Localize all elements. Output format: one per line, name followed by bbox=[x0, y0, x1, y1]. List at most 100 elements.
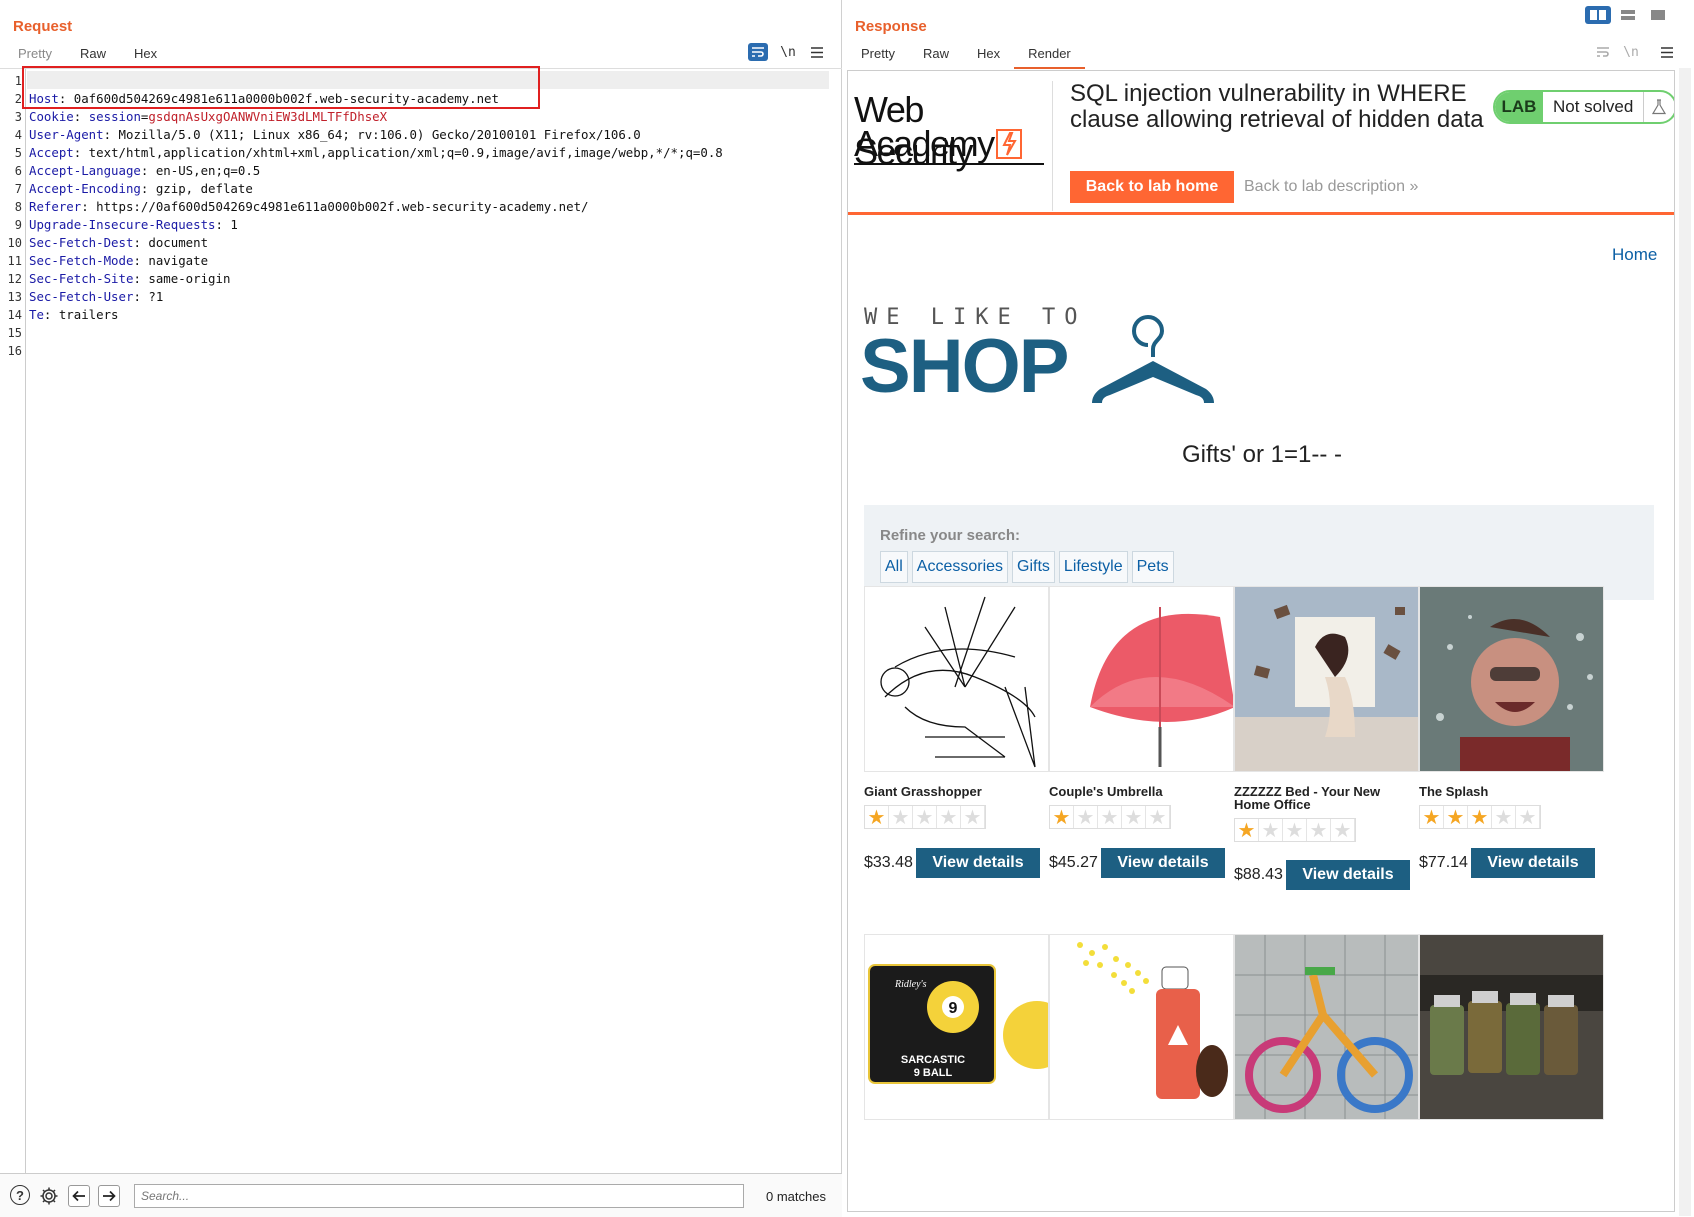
star-icon: ★ bbox=[1492, 806, 1516, 829]
help-icon[interactable]: ? bbox=[10, 1185, 30, 1205]
double-chevron-icon: » bbox=[1409, 178, 1419, 195]
product-image[interactable] bbox=[1049, 586, 1234, 772]
code-line: 4 User-Agent: Mozilla/5.0 (X11; Linux x86… bbox=[0, 126, 840, 144]
layout-stacked-icon[interactable] bbox=[1615, 6, 1641, 24]
code-line: 10 Sec-Fetch-Dest: document bbox=[0, 234, 840, 252]
lab-status-badge: LAB Not solved bbox=[1493, 90, 1674, 124]
filter-list: All Accessories Gifts Lifestyle Pets bbox=[880, 551, 1174, 583]
product-image-spray-can[interactable] bbox=[1049, 934, 1234, 1120]
menu-icon[interactable] bbox=[807, 43, 827, 61]
code-text: Accept: text/html,application/xhtml+xml,… bbox=[29, 144, 723, 162]
filter-gifts[interactable]: Gifts bbox=[1012, 551, 1055, 583]
view-details-button[interactable]: View details bbox=[916, 848, 1040, 878]
line-number: 4 bbox=[14, 128, 22, 142]
settings-gear-icon[interactable] bbox=[38, 1185, 60, 1207]
line-number: 5 bbox=[14, 146, 22, 160]
code-token: Accept-Language bbox=[29, 163, 141, 178]
product-card: Couple's Umbrella ★ ★ ★ ★ ★ $45.27 View details bbox=[1049, 586, 1234, 916]
code-token: : trailers bbox=[43, 307, 119, 322]
product-price: $77.14 bbox=[1419, 854, 1468, 871]
next-match-icon[interactable] bbox=[98, 1185, 120, 1207]
product-image[interactable] bbox=[1419, 586, 1604, 772]
product-name: Giant Grasshopper bbox=[864, 784, 982, 799]
code-text: Cookie: session=gsdqnAsUxgOANWVniEW3dLML… bbox=[29, 108, 387, 126]
menu-icon[interactable] bbox=[1657, 43, 1677, 61]
product-image[interactable] bbox=[1234, 586, 1419, 772]
code-text: Sec-Fetch-Site: same-origin bbox=[29, 270, 230, 288]
star-icon: ★ bbox=[1307, 819, 1331, 842]
rendered-page[interactable]: Web Security Academy SQL injection vulne… bbox=[847, 70, 1675, 1212]
code-token: : en-US,en;q=0.5 bbox=[140, 163, 261, 178]
hanger-icon bbox=[1092, 315, 1214, 403]
code-line: 11 Sec-Fetch-Mode: navigate bbox=[0, 252, 840, 270]
line-number: 3 bbox=[14, 110, 22, 124]
code-token: Sec-Fetch-Dest bbox=[29, 235, 134, 250]
vertical-scrollbar[interactable] bbox=[1679, 68, 1691, 1216]
web-security-academy-logo: Web Security Academy bbox=[854, 89, 1048, 172]
code-line: 3 Cookie: session=gsdqnAsUxgOANWVniEW3dLM… bbox=[0, 108, 840, 126]
filter-lifestyle[interactable]: Lifestyle bbox=[1058, 551, 1128, 583]
product-name: ZZZZZZ Bed - Your New Home Office bbox=[1234, 784, 1381, 812]
code-line: 15 bbox=[0, 324, 840, 342]
code-text: User-Agent: Mozilla/5.0 (X11; Linux x86_… bbox=[29, 126, 641, 144]
star-icon: ★ bbox=[1098, 806, 1122, 829]
line-number: 11 bbox=[7, 254, 22, 268]
highlight-box bbox=[22, 66, 540, 109]
code-token: : document bbox=[133, 235, 209, 250]
tab-raw[interactable]: Raw bbox=[909, 44, 963, 69]
filter-accessories[interactable]: Accessories bbox=[911, 551, 1009, 583]
star-rating: ★ ★ ★ ★ ★ bbox=[1234, 818, 1356, 842]
star-icon: ★ bbox=[1468, 806, 1492, 829]
star-icon: ★ bbox=[1050, 806, 1074, 829]
home-link[interactable]: Home bbox=[1612, 245, 1657, 265]
tab-hex[interactable]: Hex bbox=[963, 44, 1014, 69]
code-token: : 1 bbox=[215, 217, 238, 232]
view-details-button[interactable]: View details bbox=[1101, 848, 1225, 878]
layout-split-icon[interactable] bbox=[1585, 6, 1611, 24]
search-input[interactable]: Search... bbox=[134, 1184, 744, 1208]
search-bar: ? Search... 0 matches bbox=[0, 1173, 842, 1217]
tab-render[interactable]: Render bbox=[1014, 44, 1085, 69]
back-to-lab-home-button[interactable]: Back to lab home bbox=[1070, 171, 1234, 203]
code-text: Referer: https://0af600d504269c4981e611a… bbox=[29, 198, 589, 216]
product-image-sarcastic-9-ball[interactable]: 9 Ridley's SARCASTIC 9 BALL bbox=[864, 934, 1049, 1120]
star-icon: ★ bbox=[1283, 819, 1307, 842]
layout-single-icon[interactable] bbox=[1645, 6, 1671, 24]
line-number: 1 bbox=[14, 74, 22, 88]
code-token: Upgrade-Insecure-Requests bbox=[29, 217, 216, 232]
star-icon: ★ bbox=[1122, 806, 1146, 829]
star-icon: ★ bbox=[1146, 806, 1170, 829]
product-name: Couple's Umbrella bbox=[1049, 784, 1163, 799]
request-editor[interactable]: 1GET /filter?category=Gifts'+or+1%3d1--+… bbox=[0, 68, 842, 1173]
view-details-button[interactable]: View details bbox=[1286, 860, 1410, 890]
product-card: The Splash ★ ★ ★ ★ ★ $77.14 View details bbox=[1419, 586, 1604, 916]
tab-pretty[interactable]: Pretty bbox=[847, 44, 909, 69]
code-text: Te: trailers bbox=[29, 306, 119, 324]
line-number: 9 bbox=[14, 218, 22, 232]
filter-all[interactable]: All bbox=[880, 551, 908, 583]
code-token: : gzip, deflate bbox=[140, 181, 253, 196]
star-rating: ★ ★ ★ ★ ★ bbox=[1049, 805, 1171, 829]
view-details-button[interactable]: View details bbox=[1471, 848, 1595, 878]
flask-icon bbox=[1643, 92, 1673, 122]
star-icon: ★ bbox=[961, 806, 985, 829]
svg-text:9: 9 bbox=[949, 1000, 958, 1017]
product-image-beer-belt[interactable] bbox=[1419, 934, 1604, 1120]
code-token: gsdqnAsUxgOANWVniEW3dLMLTFfDhseX bbox=[148, 109, 388, 124]
line-number: 16 bbox=[7, 344, 22, 358]
line-number: 12 bbox=[7, 272, 22, 286]
code-line: 16 bbox=[0, 342, 840, 360]
newline-icon[interactable]: \n bbox=[778, 43, 798, 61]
wrap-icon[interactable] bbox=[748, 43, 768, 61]
request-title: Request bbox=[13, 18, 73, 35]
product-image-yarn-bike[interactable] bbox=[1234, 934, 1419, 1120]
code-token: : navigate bbox=[133, 253, 209, 268]
line-number: 6 bbox=[14, 164, 22, 178]
code-token: User-Agent bbox=[29, 127, 104, 142]
code-token: : bbox=[73, 109, 89, 124]
back-to-lab-description-link[interactable]: Back to lab description » bbox=[1244, 178, 1418, 196]
previous-match-icon[interactable] bbox=[68, 1185, 90, 1207]
filter-pets[interactable]: Pets bbox=[1131, 551, 1174, 583]
line-number: 8 bbox=[14, 200, 22, 214]
product-image[interactable] bbox=[864, 586, 1049, 772]
